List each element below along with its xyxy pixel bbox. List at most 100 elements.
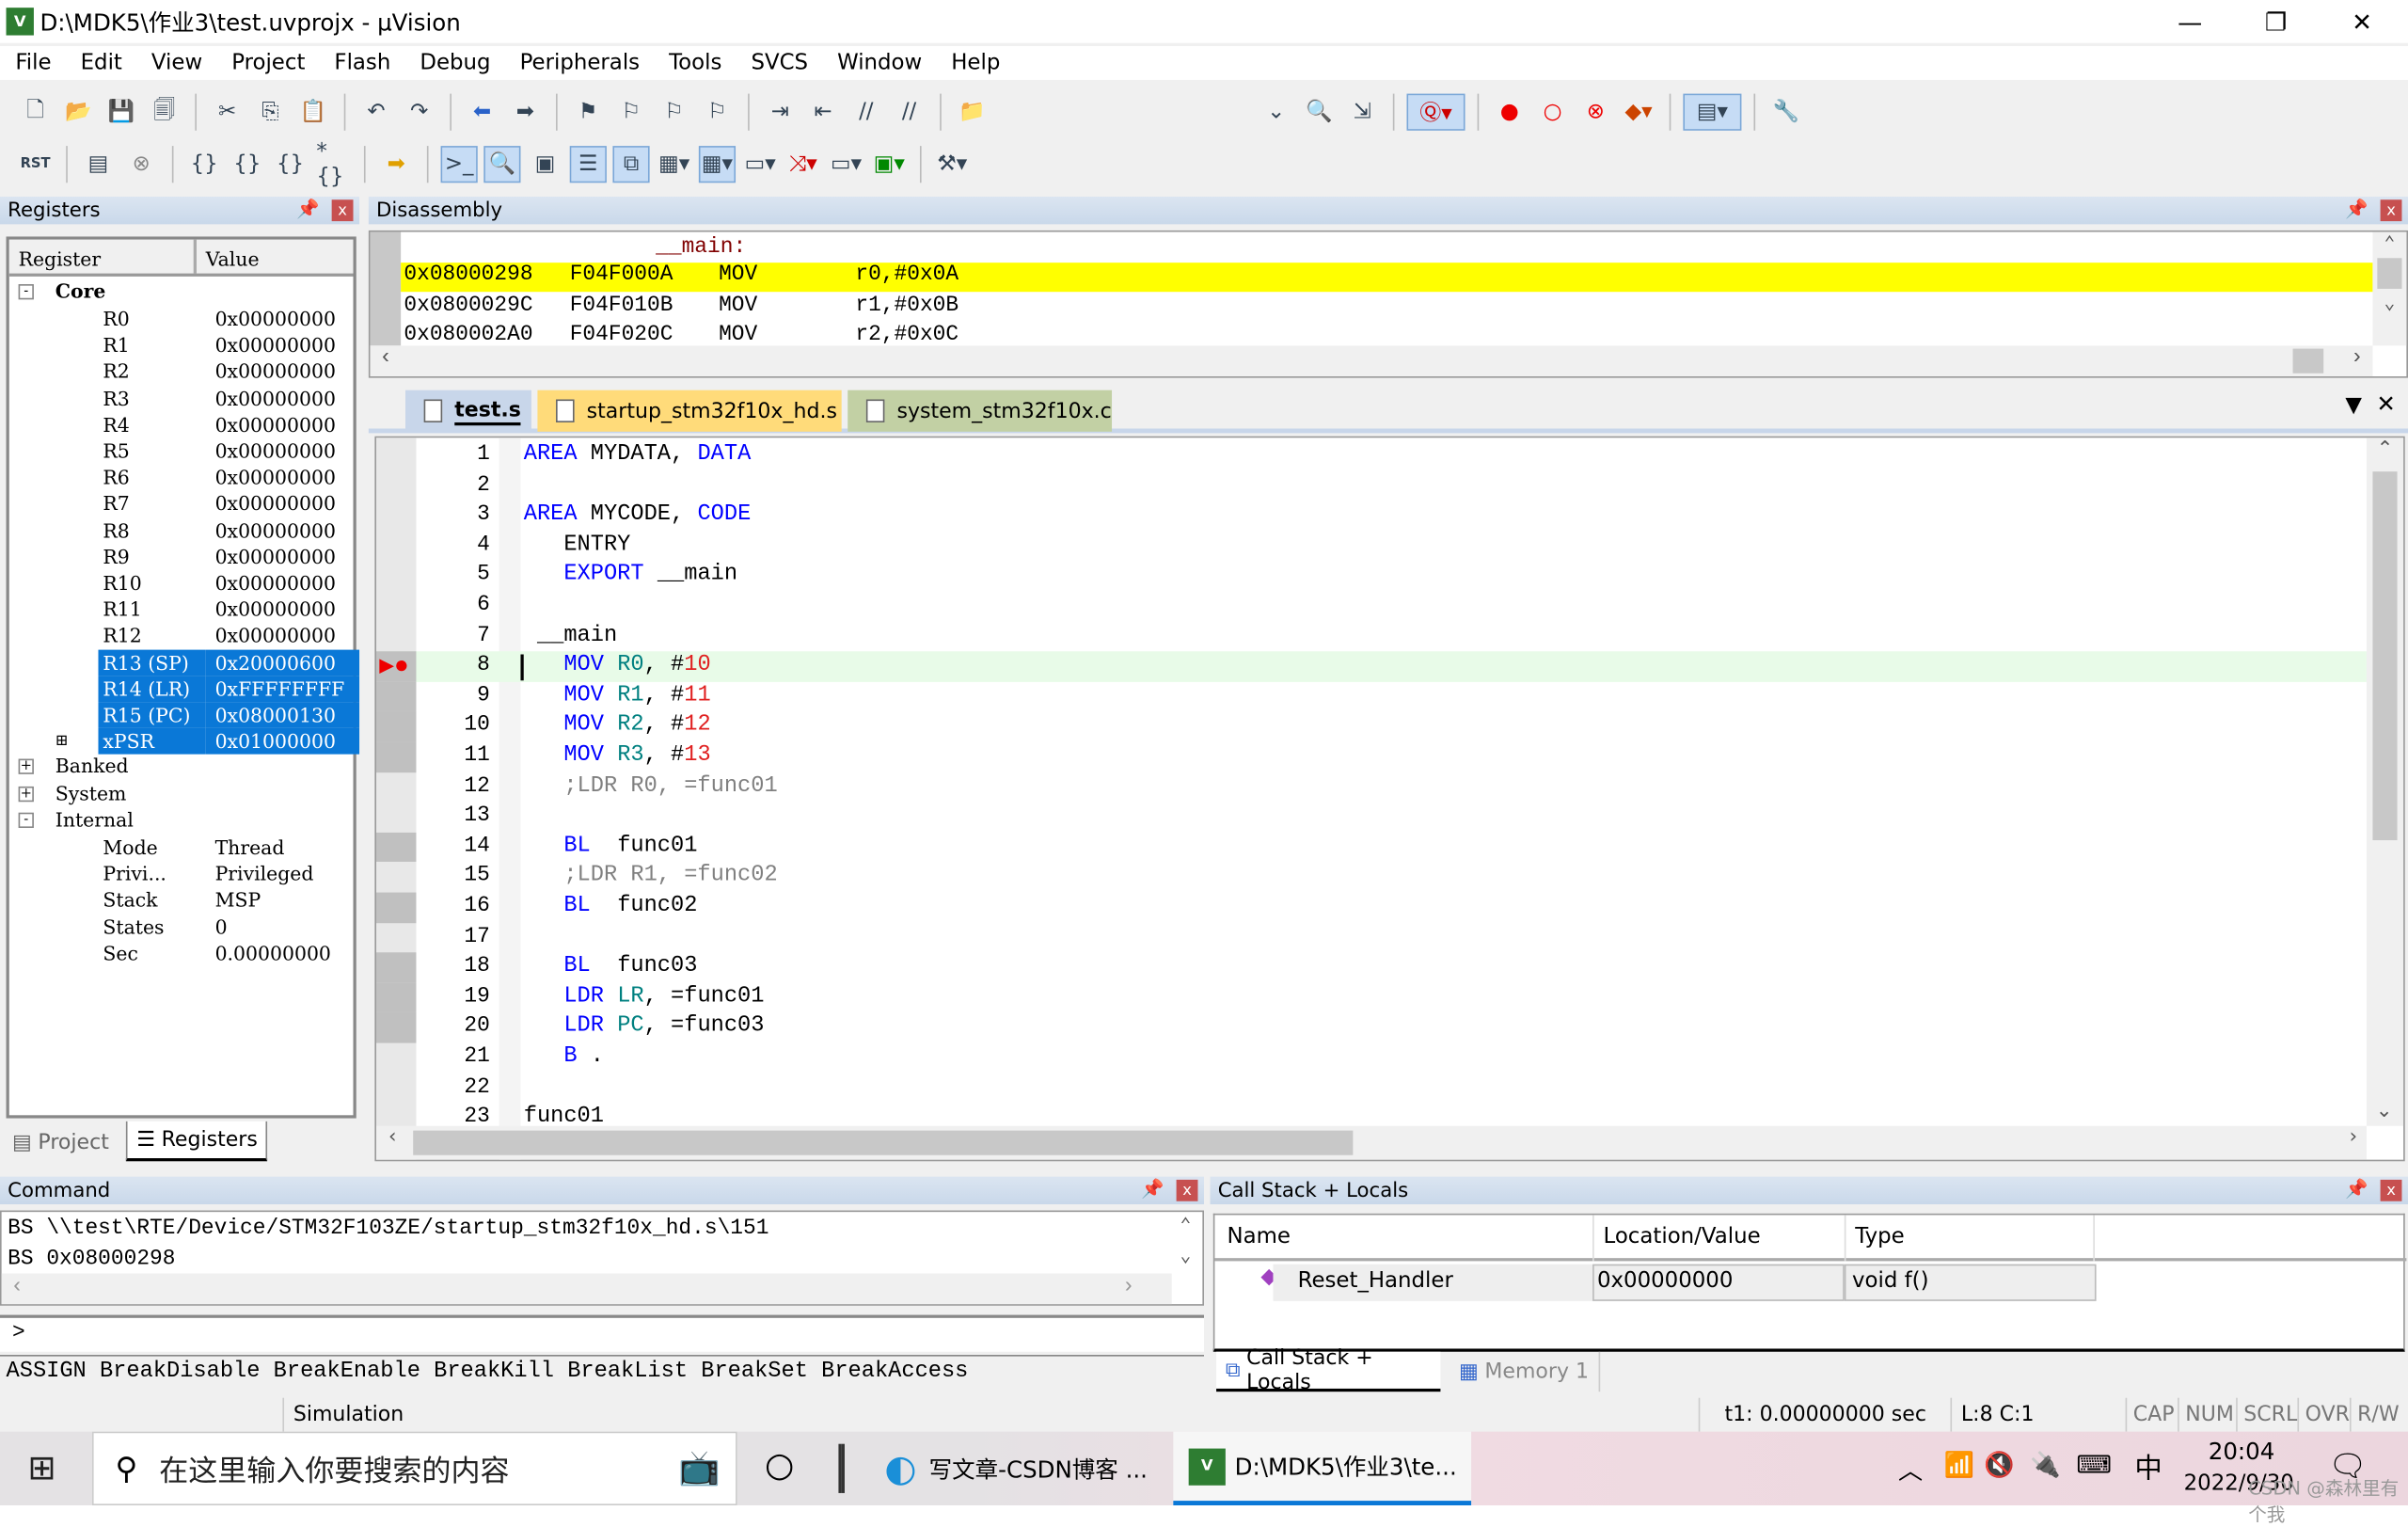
command-input[interactable]: > [0,1314,1204,1352]
debug-session-icon[interactable]: Ⓠ▾ [1406,93,1465,131]
register-value[interactable]: 0x00000000 [206,385,359,411]
find-in-files-icon[interactable]: 📁 [956,95,990,129]
command-window-icon[interactable]: >_ [440,146,478,183]
expand-icon[interactable]: + [18,759,34,775]
menu-view[interactable]: View [136,51,216,75]
disasm-row[interactable]: 0x08000298 F04F000A MOV r0,#0x0A [401,262,2373,293]
register-value[interactable]: 0x20000600 [205,648,360,676]
breakpoint-disable-all-icon[interactable]: ⊗ [1578,95,1612,129]
minimize-button[interactable]: — [2147,0,2232,43]
register-row[interactable]: R6 0x00000000 [9,464,355,490]
menu-tools[interactable]: Tools [654,51,736,75]
window-layout-icon[interactable]: ▤▾ [1683,93,1742,131]
bookmark-clear-icon[interactable]: ⚐ [700,95,734,129]
code-line[interactable]: 19 LDR LR, =func01 [375,982,2367,1013]
menu-svcs[interactable]: SVCS [736,51,822,75]
code-line[interactable]: 3 AREA MYCODE, CODE [376,501,2367,532]
system-viewer-icon[interactable]: ▣▾ [872,148,906,182]
register-row[interactable]: R13 (SP) 0x20000600 [9,648,360,676]
code-line[interactable]: 2 [376,471,2367,501]
keyboard-icon[interactable]: ⌨ [2076,1450,2112,1479]
indent-icon[interactable]: ⇥ [763,95,797,129]
close-panel-icon[interactable]: x [1176,1179,1198,1201]
code-line[interactable]: 14 BL func01 [375,832,2367,863]
register-row[interactable]: R2 0x00000000 [9,358,355,385]
table-row[interactable]: ◆ Reset_Handler 0x00000000 void f() [1214,1264,2097,1301]
disasm-hscroll[interactable]: ‹ › [370,345,2373,376]
taskbar-app-uvision[interactable]: V D:\MDK5\作业3\te... [1173,1431,1472,1505]
call-stack-window-icon[interactable]: ⧉ [612,146,650,183]
new-file-icon[interactable]: 🗋 [19,95,53,129]
internal-row[interactable]: Mode Thread [9,835,355,861]
tab-startup-file[interactable]: startup_stm32f10x_hd.s [537,390,842,432]
uncomment-icon[interactable]: // [893,95,927,129]
editor-hscroll[interactable]: ‹ › [375,1125,2367,1160]
pin-icon[interactable]: 📌 [296,199,319,220]
register-row[interactable]: R9 0x00000000 [9,544,355,570]
trace-window-icon[interactable]: ▭▾ [830,148,863,182]
code-line[interactable]: 12 ;LDR R0, =func01 [376,772,2367,803]
stop-icon[interactable]: ⊗ [124,148,158,182]
group-banked[interactable]: Banked [55,755,129,777]
group-core[interactable]: Core [55,279,106,302]
register-value[interactable]: 0x00000000 [206,570,359,596]
command-vscroll[interactable]: ⌃ ⌄ [1168,1212,1202,1273]
bookmark-prev-icon[interactable]: ⚐ [614,95,648,129]
menu-debug[interactable]: Debug [404,51,504,75]
register-value[interactable]: 0x00000000 [206,544,359,570]
step-over-icon[interactable]: {} [230,148,264,182]
close-panel-icon[interactable]: x [2380,199,2402,222]
show-hidden-icons[interactable]: ︿ [1898,1450,1923,1487]
register-value[interactable]: 0xFFFFFFFF [205,676,360,702]
symbols-window-icon[interactable]: ▣ [529,148,562,182]
find-icon[interactable]: 🔍 [1302,95,1336,129]
collapse-icon[interactable]: - [18,812,34,828]
register-row[interactable]: R7 0x00000000 [9,490,355,517]
run-to-cursor-icon[interactable]: *{} [316,140,350,189]
tab-system-file[interactable]: system_stm32f10x.c [848,390,1113,432]
undo-icon[interactable]: ↶ [359,95,393,129]
restore-button[interactable]: ❐ [2233,0,2319,43]
clock-time[interactable]: 20:04 [2209,1438,2275,1465]
code-line[interactable]: 21 B . [376,1043,2367,1074]
close-tab-icon[interactable]: ✕ [2376,390,2396,418]
register-value[interactable]: 0x00000000 [206,596,359,623]
menu-peripherals[interactable]: Peripherals [504,51,654,75]
unindent-icon[interactable]: ⇤ [806,95,840,129]
collapse-icon[interactable]: - [18,284,34,300]
watch-window-icon[interactable]: ▦▾ [657,148,691,182]
code-line[interactable]: 22 [376,1074,2367,1104]
internal-row[interactable]: Privi... Privileged [9,861,355,887]
disasm-row[interactable]: 0x0800029C F04F010B MOV r1,#0x0B [401,293,2372,322]
expand-icon[interactable]: + [18,786,34,802]
register-row[interactable]: R8 0x00000000 [9,517,355,544]
breakpoint-disable-icon[interactable]: ○ [1536,95,1570,129]
search-box[interactable]: ⚲ 在这里输入你要搜索的内容 📺 [91,1431,737,1505]
paste-icon[interactable]: 📋 [296,95,330,129]
volume-muted-icon[interactable]: 🔇 [1984,1450,2015,1479]
save-icon[interactable]: 💾 [104,95,138,129]
cut-icon[interactable]: ✂ [211,95,245,129]
analysis-window-icon[interactable]: ⤨▾ [786,148,820,182]
register-value[interactable]: 0x00000000 [206,437,359,464]
register-value[interactable]: 0x00000000 [206,358,359,385]
register-row[interactable]: R3 0x00000000 [9,385,355,411]
code-line[interactable]: 6 [376,592,2367,622]
tab-project[interactable]: ▤ Project [3,1122,118,1162]
bookmark-icon[interactable]: ⚑ [571,95,605,129]
step-out-icon[interactable]: {} [274,148,308,182]
register-row[interactable]: R5 0x00000000 [9,437,355,464]
dropdown-icon[interactable]: ⌄ [1259,95,1293,129]
menu-project[interactable]: Project [216,51,319,75]
nav-forward-icon[interactable]: ➡ [508,95,542,129]
pin-icon[interactable]: 📌 [2345,1178,2368,1200]
register-row[interactable]: R1 0x00000000 [9,332,355,358]
menu-window[interactable]: Window [822,51,936,75]
run-icon[interactable]: ▤ [82,148,116,182]
command-hscroll[interactable]: ‹ › [1,1273,1172,1305]
nav-back-icon[interactable]: ⬅ [466,95,499,129]
code-line[interactable]: 4 ENTRY [376,532,2367,562]
notification-icon[interactable]: 🗨 [2328,1447,2367,1484]
code-line[interactable]: 10 MOV R2, #12 [375,711,2367,742]
register-row[interactable]: R4 0x00000000 [9,411,355,437]
